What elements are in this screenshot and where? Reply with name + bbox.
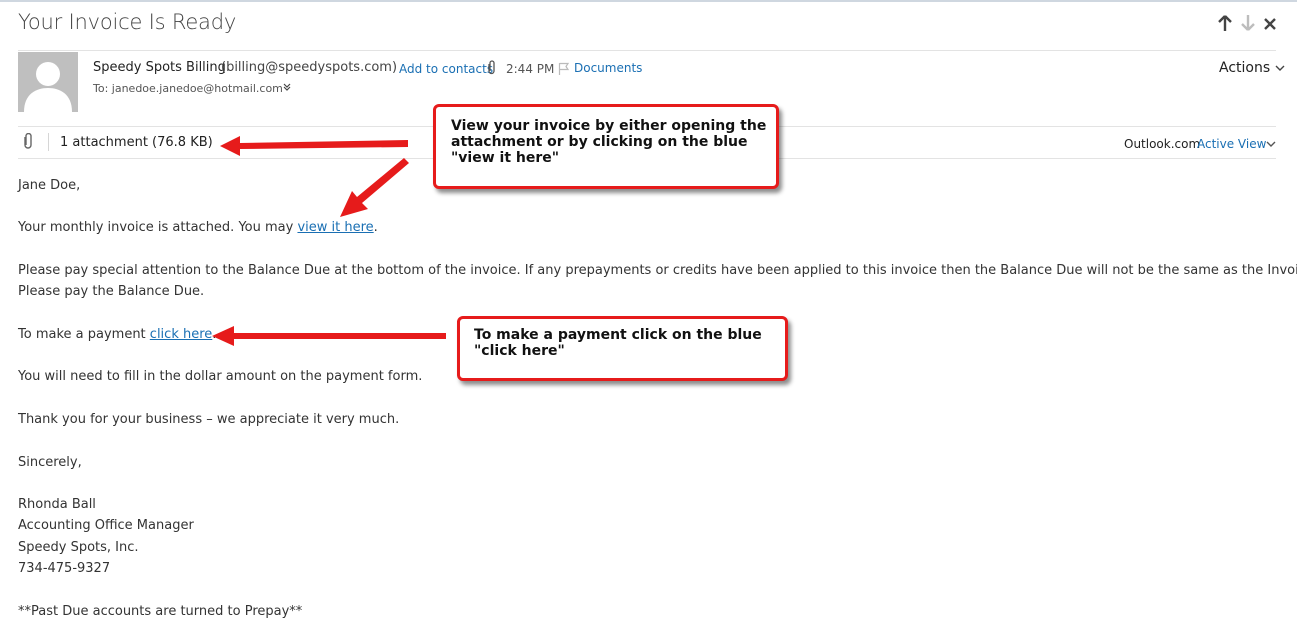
payment-callout: To make a payment click on the blue "cli… <box>457 316 788 381</box>
payment-arrow <box>212 326 446 346</box>
callout-line: attachment or by clicking on the blue <box>451 134 748 150</box>
attachment-arrow <box>220 136 408 156</box>
callout-line: To make a payment click on the blue <box>474 327 762 343</box>
view-link-arrow <box>340 158 409 217</box>
callout-line: "view it here" <box>451 150 560 166</box>
callout-line: View your invoice by either opening the <box>451 118 767 134</box>
view-invoice-callout: View your invoice by either opening the … <box>433 104 779 189</box>
callout-line: "click here" <box>474 343 565 359</box>
